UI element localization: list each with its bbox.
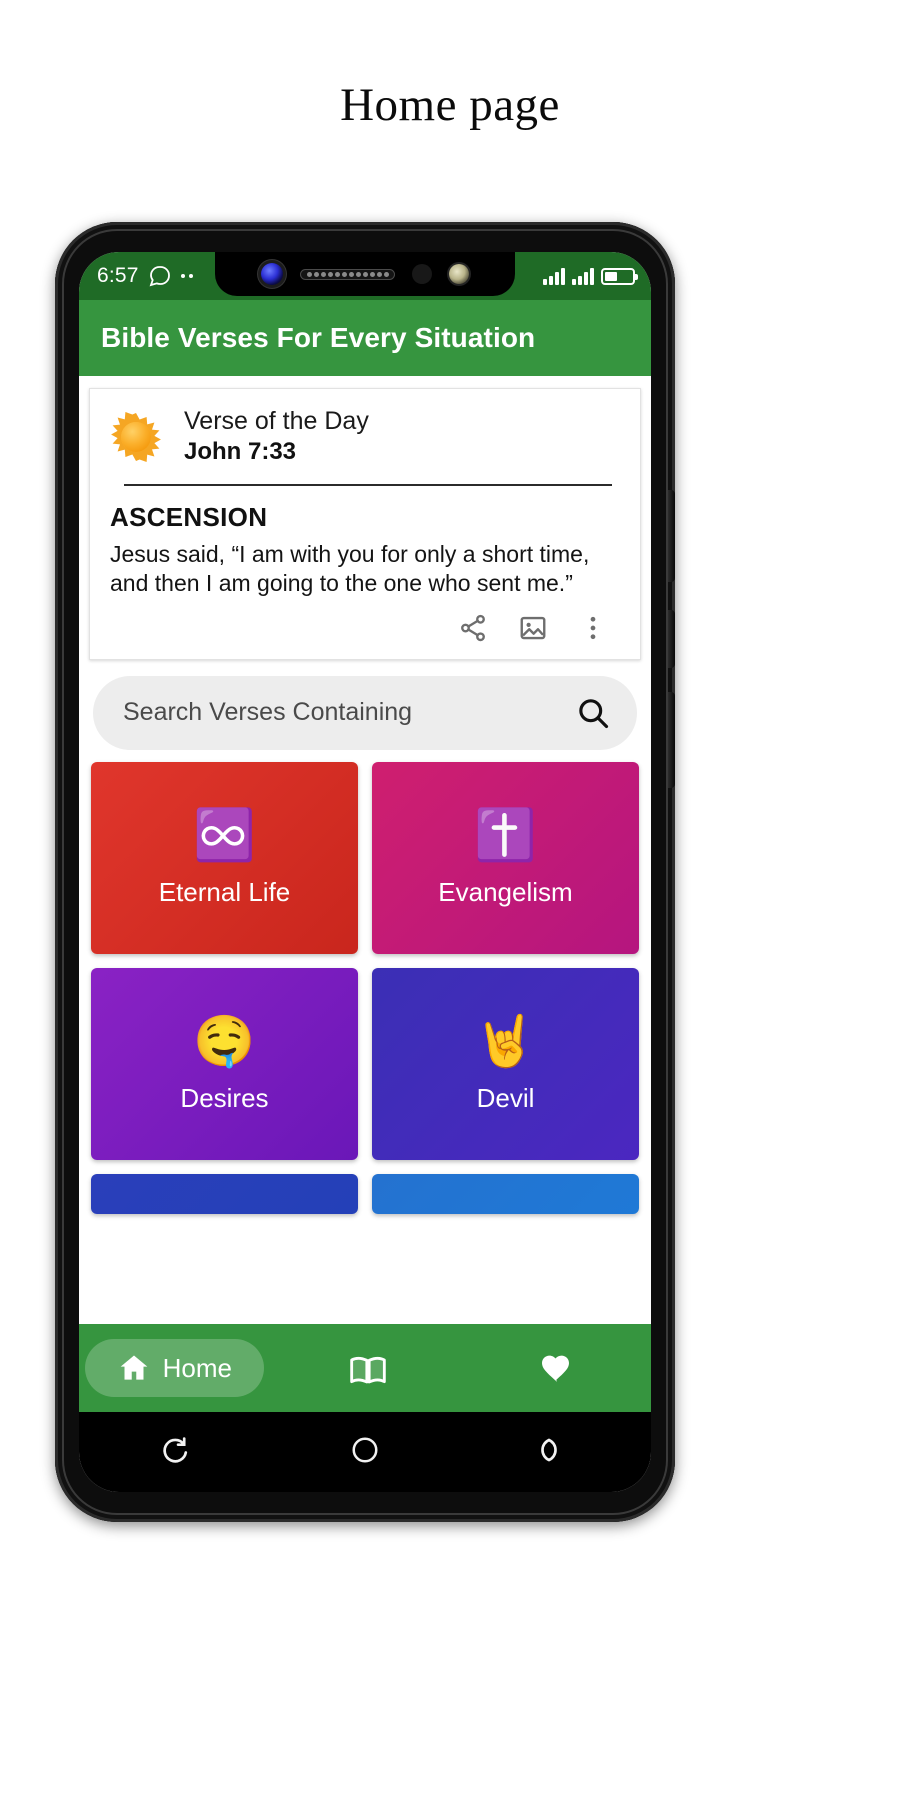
search-input[interactable]: Search Verses Containing bbox=[93, 675, 637, 750]
cross-icon: ✝️ bbox=[474, 807, 537, 864]
volume-down-button[interactable] bbox=[668, 692, 675, 788]
back-icon[interactable] bbox=[159, 1434, 191, 1471]
nav-home-pill[interactable]: Home bbox=[84, 1339, 265, 1397]
book-icon bbox=[348, 1351, 386, 1385]
more-dots-icon bbox=[180, 274, 193, 278]
search-icon[interactable] bbox=[575, 695, 611, 731]
power-button[interactable] bbox=[668, 490, 675, 582]
category-label: Evangelism bbox=[438, 877, 573, 908]
light-sensor-icon bbox=[449, 264, 469, 284]
category-tile-desires[interactable]: 🤤 Desires bbox=[91, 967, 358, 1160]
nav-home-label: Home bbox=[162, 1352, 233, 1383]
verse-header-row: Verse of the Day John 7:33 bbox=[110, 407, 620, 466]
screenshot-root: Home page 6:57 Bible Verses For Every Si… bbox=[0, 0, 900, 1800]
nav-item-favorites[interactable] bbox=[460, 1324, 651, 1412]
verse-of-the-day-label: Verse of the Day bbox=[184, 407, 369, 435]
infinity-icon: ♾️ bbox=[193, 807, 256, 864]
earpiece-speaker-icon bbox=[300, 268, 395, 280]
verse-header-text: Verse of the Day John 7:33 bbox=[184, 407, 369, 466]
category-tile-evangelism[interactable]: ✝️ Evangelism bbox=[372, 761, 639, 954]
category-label: Devil bbox=[476, 1083, 535, 1114]
signal-bars-icon bbox=[543, 267, 565, 285]
card-divider bbox=[124, 484, 612, 486]
status-time: 6:57 bbox=[97, 264, 139, 287]
volume-up-button[interactable] bbox=[668, 610, 675, 668]
search-placeholder: Search Verses Containing bbox=[123, 698, 413, 727]
share-icon[interactable] bbox=[458, 613, 488, 643]
app-screen: 6:57 Bible Verses For Every Situation Ve… bbox=[79, 252, 651, 1492]
search-section: Search Verses Containing bbox=[79, 660, 651, 750]
page-title: Home page bbox=[340, 79, 560, 131]
category-grid: ♾️ Eternal Life ✝️ Evangelism 🤤 Desires bbox=[79, 750, 651, 1214]
home-circle-icon[interactable] bbox=[350, 1435, 380, 1470]
bottom-navigation: Home bbox=[79, 1324, 651, 1412]
proximity-sensor-icon bbox=[412, 264, 432, 284]
category-tile-partial-left[interactable] bbox=[91, 1173, 358, 1214]
drooling-face-icon: 🤤 bbox=[193, 1013, 256, 1070]
content-area: Verse of the Day John 7:33 ASCENSION Jes… bbox=[79, 376, 651, 1324]
status-bar-right bbox=[543, 267, 638, 285]
verse-topic-title: ASCENSION bbox=[110, 502, 268, 532]
nav-item-book[interactable] bbox=[270, 1324, 461, 1412]
chat-bubble-icon bbox=[149, 266, 170, 287]
android-navigation-bar bbox=[79, 1412, 651, 1492]
category-tile-devil[interactable]: 🤘 Devil bbox=[372, 967, 639, 1160]
home-icon bbox=[117, 1351, 151, 1385]
heart-icon bbox=[539, 1351, 573, 1385]
category-label: Eternal Life bbox=[158, 877, 291, 908]
phone-screen-bezel: 6:57 Bible Verses For Every Situation Ve… bbox=[79, 252, 651, 1492]
category-tile-eternal-life[interactable]: ♾️ Eternal Life bbox=[91, 761, 358, 954]
status-bar-left: 6:57 bbox=[97, 264, 193, 288]
horns-hand-icon: 🤘 bbox=[474, 1013, 537, 1070]
category-label: Desires bbox=[180, 1083, 269, 1114]
phone-notch bbox=[215, 252, 515, 296]
verse-text: Jesus said, “I am with you for only a sh… bbox=[110, 541, 590, 597]
recents-icon[interactable] bbox=[539, 1434, 571, 1471]
app-bar: Bible Verses For Every Situation bbox=[79, 300, 651, 376]
front-camera-icon bbox=[261, 263, 283, 285]
signal-bars-icon-2 bbox=[572, 267, 594, 285]
verse-of-the-day-card[interactable]: Verse of the Day John 7:33 ASCENSION Jes… bbox=[89, 388, 641, 660]
image-icon[interactable] bbox=[518, 613, 548, 643]
sun-icon bbox=[110, 411, 162, 463]
app-title: Bible Verses For Every Situation bbox=[101, 322, 536, 353]
category-tile-partial-right[interactable] bbox=[372, 1173, 639, 1214]
card-action-row bbox=[110, 599, 620, 651]
phone-mockup: 6:57 Bible Verses For Every Situation Ve… bbox=[55, 222, 675, 1522]
verse-reference: John 7:33 bbox=[184, 438, 297, 465]
battery-icon bbox=[601, 267, 638, 285]
nav-item-home[interactable]: Home bbox=[79, 1324, 270, 1412]
more-vert-icon[interactable] bbox=[578, 613, 608, 643]
